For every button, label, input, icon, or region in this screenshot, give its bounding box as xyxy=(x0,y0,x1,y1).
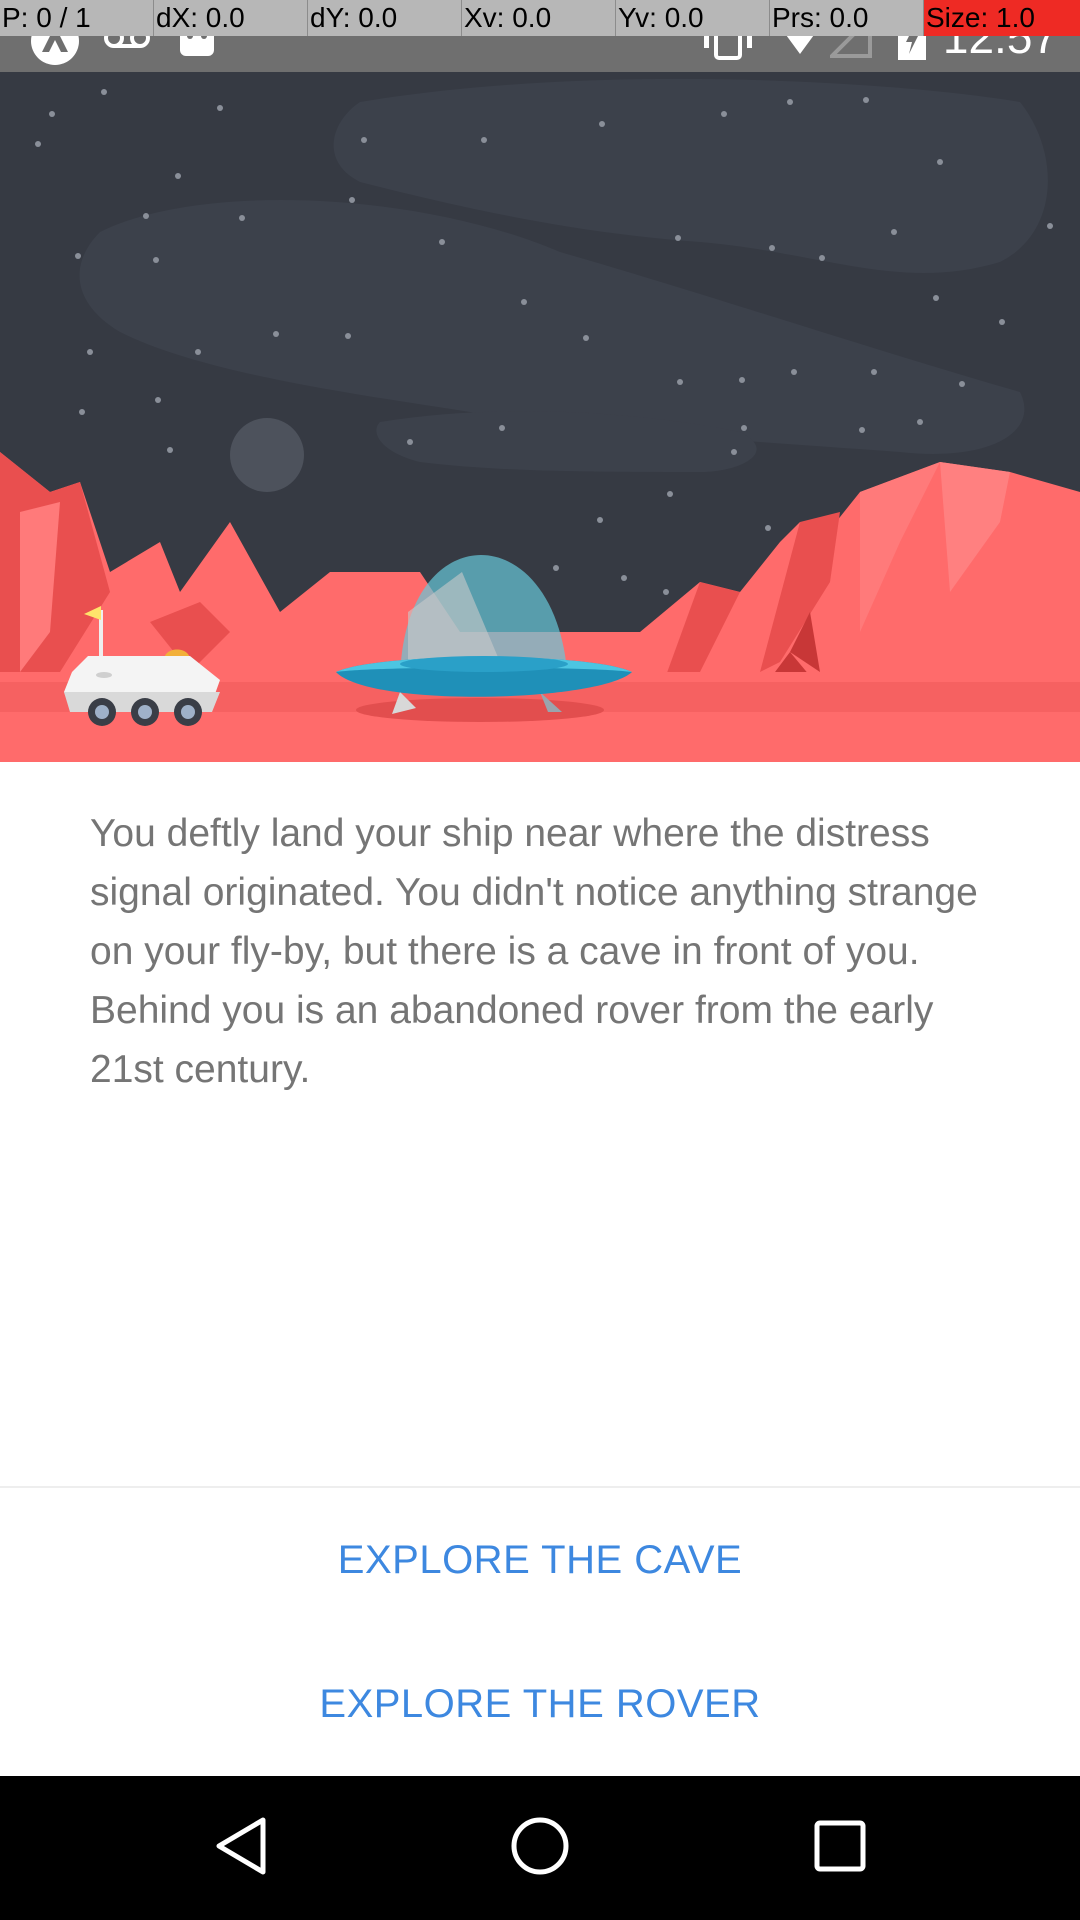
home-icon xyxy=(510,1816,570,1881)
back-icon xyxy=(213,1816,269,1881)
back-button[interactable] xyxy=(171,1776,311,1920)
pointer-debug-overlay: P: 0 / 1 dX: 0.0 dY: 0.0 Xv: 0.0 Yv: 0.0… xyxy=(0,0,1080,36)
delta-y: dY: 0.0 xyxy=(308,0,462,36)
story-illustration xyxy=(0,72,1080,762)
home-button[interactable] xyxy=(470,1776,610,1920)
explore-cave-button[interactable]: EXPLORE THE CAVE xyxy=(0,1500,1080,1620)
explore-rover-button[interactable]: EXPLORE THE ROVER xyxy=(0,1644,1080,1764)
velocity-x: Xv: 0.0 xyxy=(462,0,616,36)
story-text: You deftly land your ship near where the… xyxy=(90,812,978,1091)
navigation-bar xyxy=(0,1776,1080,1920)
recents-button[interactable] xyxy=(770,1776,910,1920)
touch-size: Size: 1.0 xyxy=(924,0,1080,36)
pointer-count: P: 0 / 1 xyxy=(0,0,154,36)
moon xyxy=(230,418,304,492)
divider xyxy=(0,1486,1080,1488)
pressure: Prs: 0.0 xyxy=(770,0,924,36)
recents-icon xyxy=(813,1819,867,1878)
velocity-y: Yv: 0.0 xyxy=(616,0,770,36)
delta-x: dX: 0.0 xyxy=(154,0,308,36)
